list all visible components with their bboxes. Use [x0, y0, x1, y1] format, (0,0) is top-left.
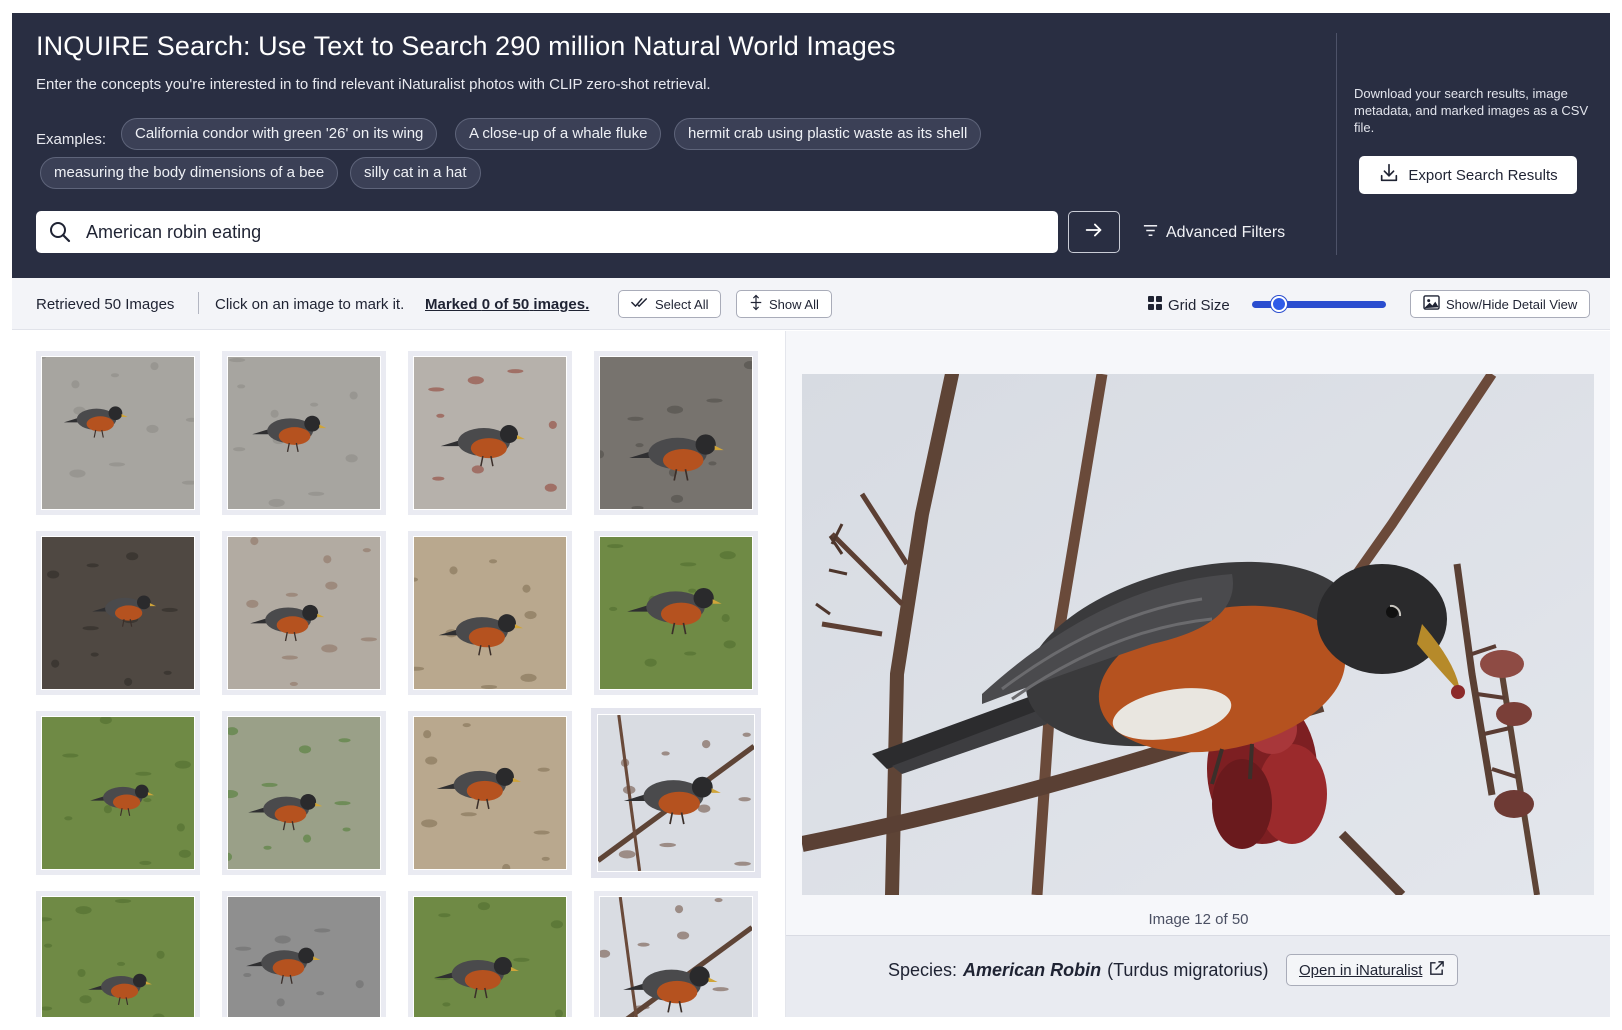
search-icon	[48, 220, 72, 244]
thumbnail-image	[414, 537, 566, 689]
page-subtitle: Enter the concepts you're interested in …	[36, 76, 711, 93]
gallery-thumbnail[interactable]	[408, 351, 572, 515]
marked-count-link[interactable]: Marked 0 of 50 images.	[425, 296, 589, 313]
example-chip[interactable]: A close-up of a whale fluke	[455, 118, 662, 150]
filter-icon	[1142, 222, 1159, 244]
example-chip[interactable]: silly cat in a hat	[350, 157, 481, 189]
select-all-button[interactable]: Select All	[618, 290, 722, 318]
thumbnail-image	[42, 357, 194, 509]
gallery-thumbnail[interactable]	[591, 708, 761, 878]
thumbnail-image	[228, 357, 380, 509]
retrieved-count: Retrieved 50 Images	[36, 296, 175, 313]
thumbnail-image	[598, 715, 754, 871]
grid-icon	[1148, 296, 1162, 314]
thumbnail-image	[414, 897, 566, 1017]
examples-label: Examples:	[36, 131, 107, 148]
toolbar-separator	[198, 292, 199, 314]
search-submit-button[interactable]	[1068, 211, 1120, 253]
select-all-label: Select All	[655, 296, 709, 312]
gallery-thumbnail[interactable]	[594, 531, 758, 695]
gallery-thumbnail[interactable]	[408, 891, 572, 1017]
advanced-filters-button[interactable]: Advanced Filters	[1142, 222, 1285, 244]
species-info: Species: American Robin (Turdus migratoriu…	[888, 960, 1269, 980]
detail-view: Image 12 of 50 Species: American Robin (Tu…	[785, 331, 1610, 1017]
image-counter: Image 12 of 50	[1148, 911, 1249, 928]
detail-image[interactable]	[800, 367, 1594, 902]
search-box	[36, 211, 1058, 253]
species-scientific-name: (Turdus migratorius)	[1107, 960, 1269, 980]
download-icon	[1378, 162, 1400, 188]
image-gallery	[12, 331, 784, 1017]
species-bar: Species: American Robin (Turdus migratoriu…	[786, 935, 1610, 1017]
search-input[interactable]	[86, 211, 1046, 253]
gallery-thumbnail[interactable]	[222, 891, 386, 1017]
header-divider	[1336, 33, 1337, 255]
page-title: INQUIRE Search: Use Text to Search 290 m…	[36, 31, 896, 61]
gallery-thumbnail[interactable]	[36, 531, 200, 695]
external-link-icon	[1428, 960, 1445, 981]
thumbnail-image	[600, 897, 752, 1017]
example-chip[interactable]: California condor with green '26' on its…	[121, 118, 438, 150]
gallery-thumbnail[interactable]	[408, 531, 572, 695]
advanced-filters-label: Advanced Filters	[1166, 224, 1286, 241]
mark-instruction: Click on an image to mark it.	[215, 296, 405, 313]
double-check-icon	[631, 296, 649, 312]
thumbnail-image	[414, 717, 566, 869]
arrow-right-icon	[1083, 219, 1105, 246]
open-in-inaturalist-button[interactable]: Open in iNaturalist	[1286, 954, 1459, 986]
grid-size-slider[interactable]	[1252, 296, 1386, 312]
detail-view-toggle-button[interactable]: Show/Hide Detail View	[1410, 290, 1591, 318]
thumbnail-image	[42, 537, 194, 689]
thumbnail-image	[414, 357, 566, 509]
gallery-thumbnail[interactable]	[36, 351, 200, 515]
show-all-label: Show All	[769, 296, 819, 312]
export-button-label: Export Search Results	[1408, 166, 1558, 184]
gallery-thumbnail[interactable]	[222, 351, 386, 515]
thumbnail-image	[600, 357, 752, 509]
thumbnail-image	[228, 717, 380, 869]
gallery-thumbnail[interactable]	[594, 351, 758, 515]
thumbnail-image	[42, 897, 194, 1017]
results-toolbar: Retrieved 50 Images Click on an image to…	[12, 278, 1610, 330]
grid-size-label: Grid Size	[1148, 296, 1230, 314]
gallery-thumbnail[interactable]	[36, 891, 200, 1017]
header: INQUIRE Search: Use Text to Search 290 m…	[12, 13, 1610, 278]
thumbnail-image	[228, 537, 380, 689]
show-all-button[interactable]: Show All	[736, 290, 832, 318]
export-description: Download your search results, image meta…	[1354, 86, 1589, 135]
example-chip[interactable]: hermit crab using plastic waste as its s…	[674, 118, 982, 150]
export-search-results-button[interactable]: Export Search Results	[1359, 156, 1577, 194]
expand-vertical-icon	[749, 294, 763, 314]
image-icon	[1423, 295, 1440, 313]
thumbnail-image	[600, 537, 752, 689]
gallery-thumbnail[interactable]	[222, 531, 386, 695]
detail-view-toggle-label: Show/Hide Detail View	[1446, 296, 1578, 312]
gallery-thumbnail[interactable]	[408, 711, 572, 875]
grid-size-slider-thumb[interactable]	[1270, 296, 1287, 312]
thumbnail-image	[42, 717, 194, 869]
app-frame: INQUIRE Search: Use Text to Search 290 m…	[12, 13, 1610, 1017]
gallery-thumbnail[interactable]	[36, 711, 200, 875]
thumbnail-image	[228, 897, 380, 1017]
species-common-name: American Robin	[963, 960, 1102, 980]
gallery-thumbnail[interactable]	[594, 891, 758, 1017]
example-chip[interactable]: measuring the body dimensions of a bee	[40, 157, 339, 189]
gallery-thumbnail[interactable]	[222, 711, 386, 875]
